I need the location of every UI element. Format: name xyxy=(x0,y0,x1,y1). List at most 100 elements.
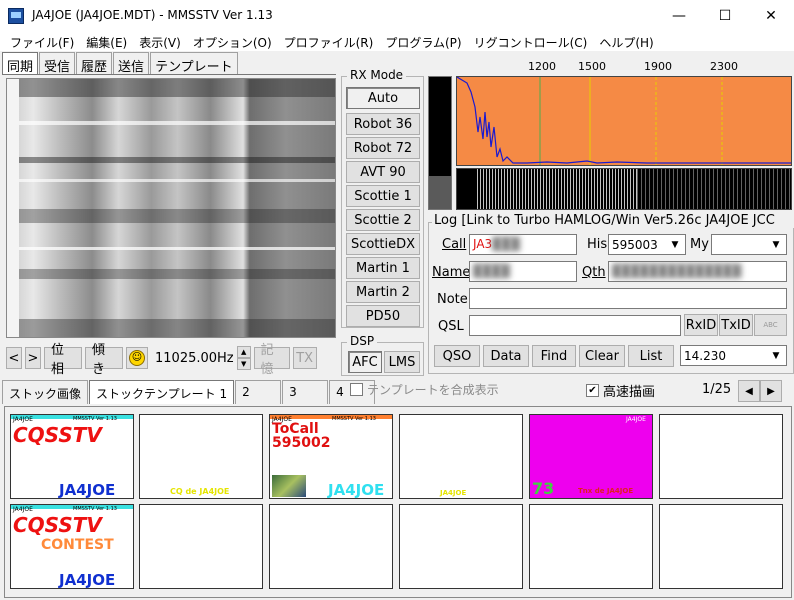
qth-field[interactable]: ██████████████ xyxy=(608,261,787,282)
note-label: Note xyxy=(437,292,468,307)
mode-robot36[interactable]: Robot 36 xyxy=(346,113,420,135)
mode-martin1[interactable]: Martin 1 xyxy=(346,257,420,279)
afc-toggle[interactable]: AFC xyxy=(348,351,382,373)
template-cell-5[interactable]: JA4JOE 73 Tnx de JA4JOE xyxy=(529,414,653,499)
fast-draw-checkbox-box: ✔ xyxy=(586,384,599,397)
memory-button[interactable]: 記憶 xyxy=(253,343,290,377)
his-label: His xyxy=(587,237,608,252)
tab-stock-template-1[interactable]: ストックテンプレート 1 xyxy=(89,380,235,404)
main-tabs: 同期 受信 履歴 送信 テンプレート xyxy=(2,52,239,75)
slant-button[interactable]: 傾き xyxy=(85,343,123,377)
tab-stock-images[interactable]: ストック画像 xyxy=(2,380,89,404)
menu-program[interactable]: プログラム(P) xyxy=(379,31,467,51)
app-icon xyxy=(8,8,24,24)
template-cell-10[interactable] xyxy=(399,504,523,589)
template-bottom-text: JA4JOE xyxy=(59,481,116,499)
waterfall-display[interactable] xyxy=(456,168,792,210)
his-rst-select[interactable]: 595003 ▼ xyxy=(608,234,686,255)
prev-page-button[interactable]: ◀ xyxy=(738,380,760,402)
mode-avt90[interactable]: AVT 90 xyxy=(346,161,420,183)
frequency-spinner[interactable]: ▲ ▼ xyxy=(236,346,251,370)
close-button[interactable]: ✕ xyxy=(748,0,794,31)
my-rst-select[interactable]: ▼ xyxy=(711,234,787,255)
sync-phase-button[interactable]: 位相 xyxy=(44,343,82,377)
composite-checkbox[interactable]: テンプレートを合成表示 xyxy=(350,381,499,398)
qso-button[interactable]: QSO xyxy=(434,345,480,367)
call-label: Call xyxy=(442,237,467,252)
find-button[interactable]: Find xyxy=(532,345,576,367)
tab-stock-2[interactable]: 2 xyxy=(235,380,282,404)
txid-button[interactable]: TxID xyxy=(719,314,753,336)
template-main-text: CQSSTV xyxy=(13,513,102,537)
menu-profile[interactable]: プロファイル(R) xyxy=(278,31,380,51)
clear-button[interactable]: Clear xyxy=(579,345,625,367)
prev-image-button[interactable]: < xyxy=(6,347,22,369)
menu-rig-control[interactable]: リグコントロール(C) xyxy=(468,31,594,51)
page-indicator: 1/25 xyxy=(702,382,732,397)
next-page-button[interactable]: ▶ xyxy=(760,380,782,402)
template-bottom-text: JA4JOE xyxy=(440,489,467,497)
frequency-select[interactable]: 14.230 ▼ xyxy=(680,345,787,366)
template-cell-3[interactable]: JA4JOE MMSSTV Ver 1.13 ToCall 595002 JA4… xyxy=(269,414,393,499)
template-cell-7[interactable]: JA4JOE MMSSTV Ver 1.13 CQSSTV CONTEST JA… xyxy=(10,504,134,589)
spectrum-display[interactable] xyxy=(456,76,792,166)
data-button[interactable]: Data xyxy=(483,345,529,367)
template-sub: MMSSTV Ver 1.13 xyxy=(332,416,376,422)
list-button[interactable]: List xyxy=(628,345,674,367)
tab-receive[interactable]: 受信 xyxy=(39,52,76,75)
keyboard-icon[interactable]: ABC xyxy=(754,314,787,336)
qsl-field[interactable] xyxy=(469,315,681,336)
auto-slant-toggle[interactable]: ☺ xyxy=(126,347,148,369)
template-cell-8[interactable] xyxy=(139,504,263,589)
spectrum-svg xyxy=(457,77,791,165)
call-field[interactable]: JA3███ xyxy=(469,234,577,255)
tab-template[interactable]: テンプレート xyxy=(150,52,238,75)
menu-options[interactable]: オプション(O) xyxy=(187,31,278,51)
mode-robot72[interactable]: Robot 72 xyxy=(346,137,420,159)
minimize-button[interactable]: — xyxy=(656,0,702,31)
template-cell-1[interactable]: JA4JOE MMSSTV Ver 1.13 CQSSTV JA4JOE xyxy=(10,414,134,499)
tab-send[interactable]: 送信 xyxy=(113,52,150,75)
scale-1200: 1200 xyxy=(528,60,556,73)
template-cell-11[interactable] xyxy=(529,504,653,589)
template-main-text: 73 xyxy=(532,479,555,498)
frequency-value: 14.230 xyxy=(684,348,726,363)
sample-frequency: 11025.00Hz xyxy=(155,350,234,366)
mode-scottiedx[interactable]: ScottieDX xyxy=(346,233,420,255)
next-image-button[interactable]: > xyxy=(25,347,41,369)
smiley-icon: ☺ xyxy=(129,350,145,366)
mode-scottie1[interactable]: Scottie 1 xyxy=(346,185,420,207)
template-cell-12[interactable] xyxy=(659,504,783,589)
tx-button[interactable]: TX xyxy=(292,347,317,369)
mode-martin2[interactable]: Martin 2 xyxy=(346,281,420,303)
mode-auto[interactable]: Auto xyxy=(346,87,420,109)
frequency-scale: 1200 1500 1900 2300 xyxy=(456,58,792,76)
rx-mode-title: RX Mode xyxy=(347,68,407,82)
template-bottom-text: CQ de JA4JOE xyxy=(170,487,230,496)
lms-toggle[interactable]: LMS xyxy=(384,351,420,373)
template-cell-4[interactable]: JA4JOE xyxy=(399,414,523,499)
template-cell-9[interactable] xyxy=(269,504,393,589)
tab-history[interactable]: 履歴 xyxy=(76,52,113,75)
tab-sync[interactable]: 同期 xyxy=(2,52,39,75)
template-mid-text: CONTEST xyxy=(41,537,114,553)
menu-file[interactable]: ファイル(F) xyxy=(4,31,80,51)
rxid-button[interactable]: RxID xyxy=(684,314,718,336)
rx-image-view[interactable] xyxy=(6,78,336,338)
template-cell-2[interactable]: CQ de JA4JOE xyxy=(139,414,263,499)
menu-view[interactable]: 表示(V) xyxy=(133,31,187,51)
mode-pd50[interactable]: PD50 xyxy=(346,305,420,327)
menu-help[interactable]: ヘルプ(H) xyxy=(593,31,659,51)
mode-scottie2[interactable]: Scottie 2 xyxy=(346,209,420,231)
menu-edit[interactable]: 編集(E) xyxy=(80,31,133,51)
title-bar: JA4JOE (JA4JOE.MDT) - MMSSTV Ver 1.13 — … xyxy=(0,0,794,31)
template-cell-6[interactable] xyxy=(659,414,783,499)
name-field[interactable]: ████ xyxy=(469,261,577,282)
fast-draw-checkbox[interactable]: ✔ 高速描画 xyxy=(586,381,655,400)
tab-stock-3[interactable]: 3 xyxy=(282,380,329,404)
maximize-button[interactable]: ☐ xyxy=(702,0,748,31)
template-main-text: CQSSTV xyxy=(13,423,102,447)
level-meter-fill xyxy=(429,176,451,209)
note-field[interactable] xyxy=(469,288,787,309)
level-meter xyxy=(428,76,452,210)
